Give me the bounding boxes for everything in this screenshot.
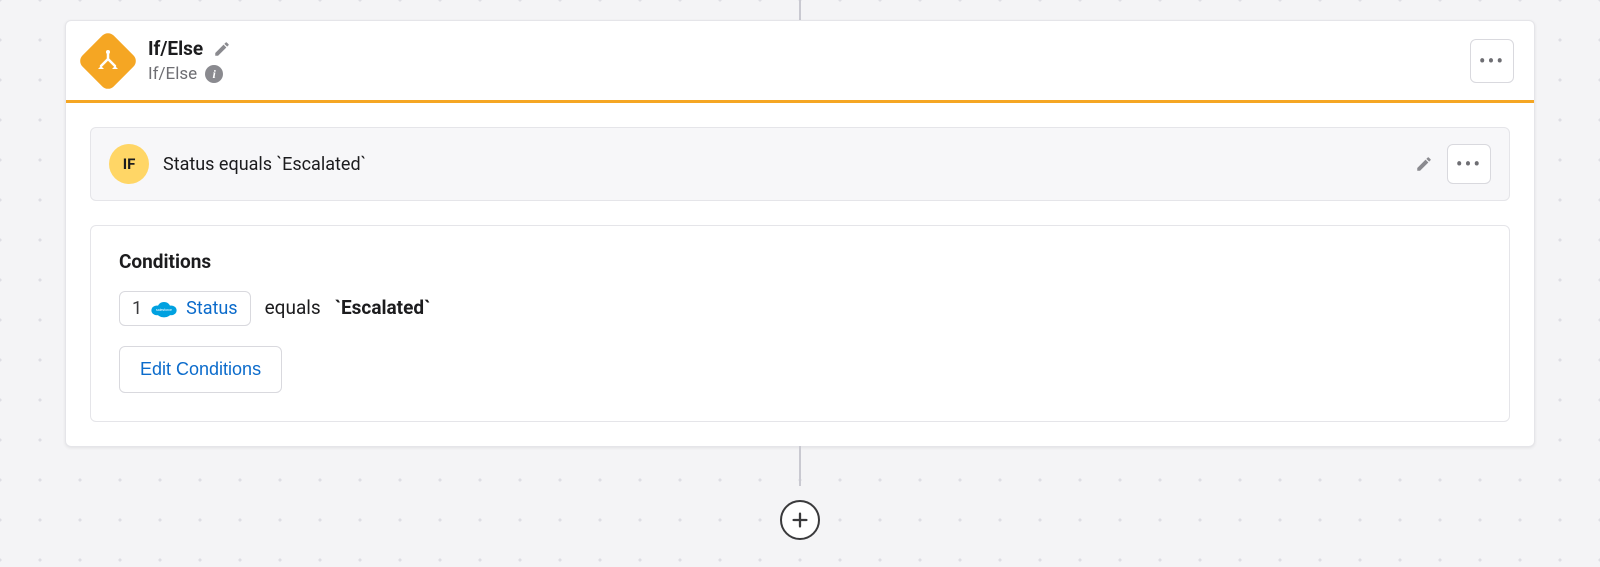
condition-operator: equals	[265, 296, 321, 319]
edit-title-icon[interactable]	[213, 40, 231, 58]
svg-text:salesforce: salesforce	[156, 308, 172, 312]
step-title: If/Else	[148, 37, 203, 60]
step-menu-button[interactable]: •••	[1470, 39, 1514, 83]
add-step-button[interactable]	[780, 500, 820, 540]
step-titles: If/Else If/Else i	[148, 37, 1470, 84]
step-body: IF Status equals `Escalated` ••• Conditi…	[66, 103, 1534, 446]
conditions-panel: Conditions 1 salesforce Status	[90, 225, 1510, 422]
condition-value: `Escalated`	[335, 296, 431, 319]
condition-field-token[interactable]: 1 salesforce Status	[119, 291, 251, 326]
condition-field-name: Status	[186, 298, 237, 319]
condition-row: 1 salesforce Status equals `Escalated`	[119, 291, 1481, 326]
connector-line-bottom	[799, 446, 801, 486]
branch-icon	[96, 49, 120, 73]
edit-branch-icon[interactable]	[1415, 155, 1433, 173]
if-else-step-icon	[77, 29, 139, 91]
condition-index: 1	[132, 298, 142, 319]
branch-title: Status equals `Escalated`	[163, 154, 1401, 175]
step-subtitle: If/Else	[148, 64, 197, 84]
edit-conditions-button[interactable]: Edit Conditions	[119, 346, 282, 393]
step-header: If/Else If/Else i •••	[66, 21, 1534, 100]
branch-header: IF Status equals `Escalated` •••	[90, 127, 1510, 201]
conditions-heading: Conditions	[119, 250, 1481, 273]
connector-line-top	[799, 0, 801, 20]
if-badge: IF	[109, 144, 149, 184]
if-else-step-card: If/Else If/Else i ••• IF Status equals `…	[65, 20, 1535, 447]
branch-menu-button[interactable]: •••	[1447, 144, 1491, 184]
salesforce-icon: salesforce	[150, 299, 178, 319]
info-icon[interactable]: i	[205, 65, 223, 83]
